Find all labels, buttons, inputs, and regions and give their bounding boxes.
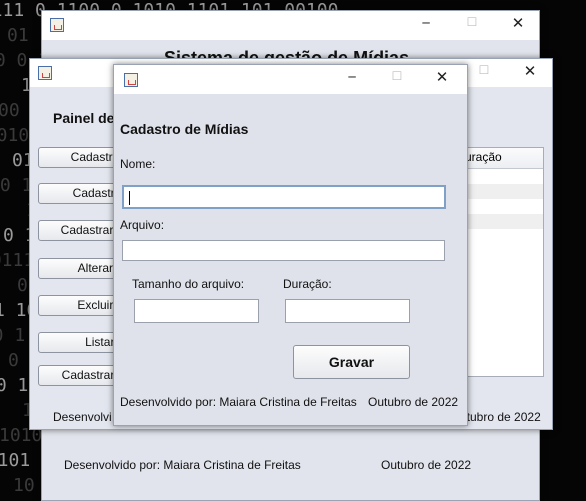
dialog-heading: Cadastro de Mídias: [120, 121, 249, 137]
dialog-titlebar[interactable]: ─ ☐ ✕: [114, 65, 467, 94]
java-app-icon: [50, 18, 64, 32]
gravar-button[interactable]: Gravar: [293, 345, 410, 379]
table-row[interactable]: [461, 184, 543, 199]
dialog-footer-author: Desenvolvido por: Maiara Cristina de Fre…: [120, 395, 357, 409]
tamanho-label: Tamanho do arquivo:: [132, 277, 245, 291]
java-app-icon: [124, 73, 138, 87]
text-caret: [129, 191, 130, 205]
media-table[interactable]: uração: [460, 147, 544, 377]
duracao-label: Duração:: [283, 277, 332, 291]
java-app-icon: [38, 66, 52, 80]
nome-label: Nome:: [120, 157, 156, 171]
duracao-input[interactable]: [285, 299, 410, 323]
minimize-icon[interactable]: ─: [342, 70, 362, 84]
panel-footer-date: utubro de 2022: [460, 410, 541, 424]
table-row[interactable]: [461, 169, 543, 184]
table-row[interactable]: [461, 214, 543, 229]
panel-footer-author: Desenvolvi: [53, 410, 112, 424]
nome-input[interactable]: [122, 185, 446, 209]
maximize-icon[interactable]: ☐: [474, 63, 494, 77]
dialog-footer-date: Outubro de 2022: [368, 395, 459, 409]
tamanho-input[interactable]: [134, 299, 259, 323]
minimize-icon[interactable]: ─: [416, 16, 436, 30]
close-icon[interactable]: ✕: [432, 68, 452, 86]
arquivo-input[interactable]: [122, 240, 445, 261]
arquivo-label: Arquivo:: [120, 218, 165, 232]
main-window-back-footer-date: Outubro de 2022: [381, 458, 472, 472]
maximize-icon[interactable]: ☐: [387, 69, 407, 83]
main-window-back-titlebar[interactable]: ─ ☐ ✕: [42, 11, 539, 40]
panel-title: Painel de: [53, 110, 115, 126]
close-icon[interactable]: ✕: [508, 14, 528, 32]
table-header-duracao[interactable]: uração: [461, 148, 543, 169]
main-window-back-footer-author: Desenvolvido por: Maiara Cristina de Fre…: [64, 458, 301, 472]
cadastro-midias-dialog: ─ ☐ ✕ Cadastro de Mídias Nome: Arquivo: …: [113, 64, 468, 426]
close-icon[interactable]: ✕: [520, 62, 540, 80]
maximize-icon[interactable]: ☐: [462, 15, 482, 29]
table-row[interactable]: [461, 199, 543, 214]
